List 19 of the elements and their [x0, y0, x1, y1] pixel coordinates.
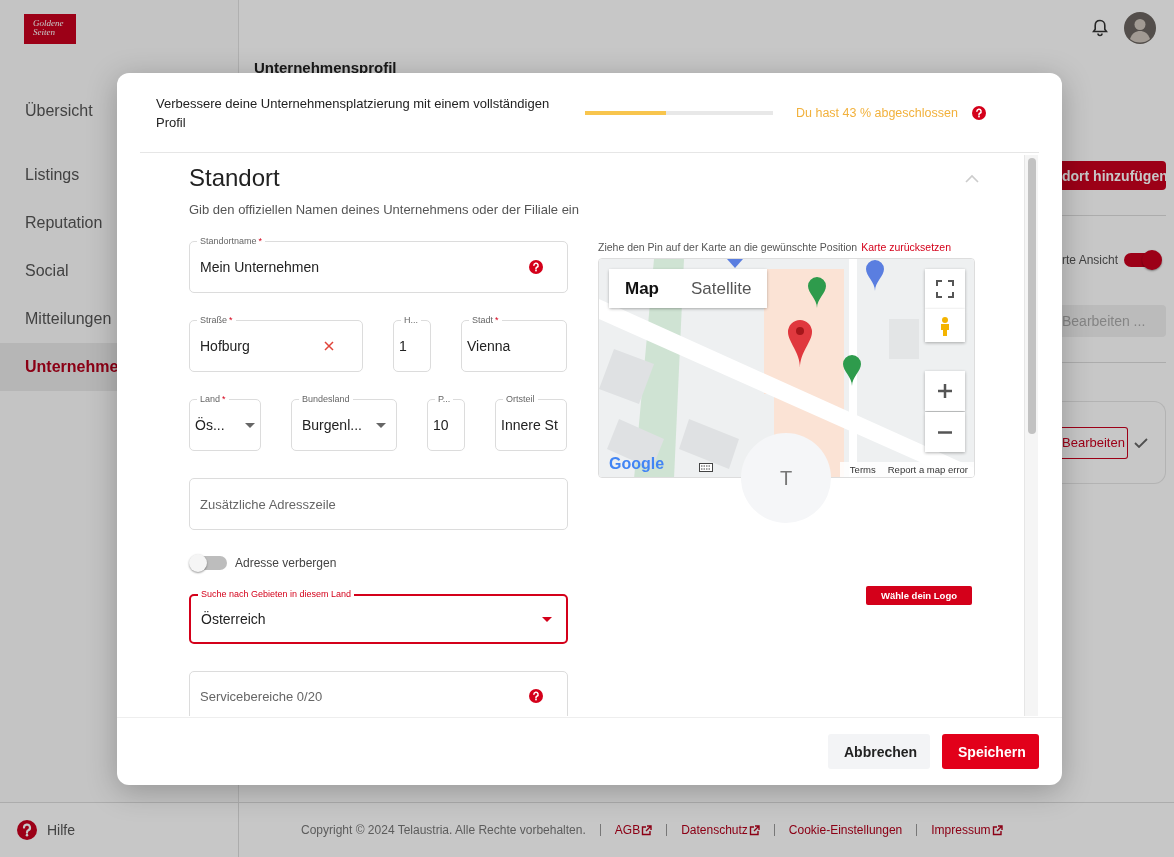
field-label: Land *	[197, 393, 229, 405]
field-label: P...	[435, 393, 454, 405]
field-label: Suche nach Gebieten in diesem Land	[198, 588, 355, 600]
map-logo: Google	[609, 455, 665, 473]
field-label: Straße *	[197, 314, 236, 326]
section-title: Standort	[189, 163, 280, 193]
progress-reading: Du hast 43 % abgeschlossen	[796, 105, 958, 120]
field-label: H...	[401, 314, 421, 326]
toggle-label: Adresse verbergen	[235, 556, 337, 570]
copyright-text: Copyright © 2024 Telaustria. Alle Rechte vorbehalten.	[301, 823, 586, 837]
field-label: Stadt *	[469, 314, 502, 326]
field-label: Standortname *	[197, 235, 266, 247]
section-subtitle: Gib den offiziellen Namen deines Unternehmens oder der Filiale ein	[189, 201, 580, 219]
page-title: Unternehmensprofil	[253, 58, 398, 76]
field-label: Ortsteil	[503, 393, 538, 405]
map-instruction: Ziehe den Pin auf der Karte an die gewünschte Position	[598, 241, 858, 253]
field-label: Bundesland	[299, 393, 353, 405]
view-toggle-label: rte Ansicht	[1062, 253, 1119, 267]
progress-text: Verbessere deine Unternehmensplatzierung mit einem vollständigen Profil	[156, 94, 551, 132]
